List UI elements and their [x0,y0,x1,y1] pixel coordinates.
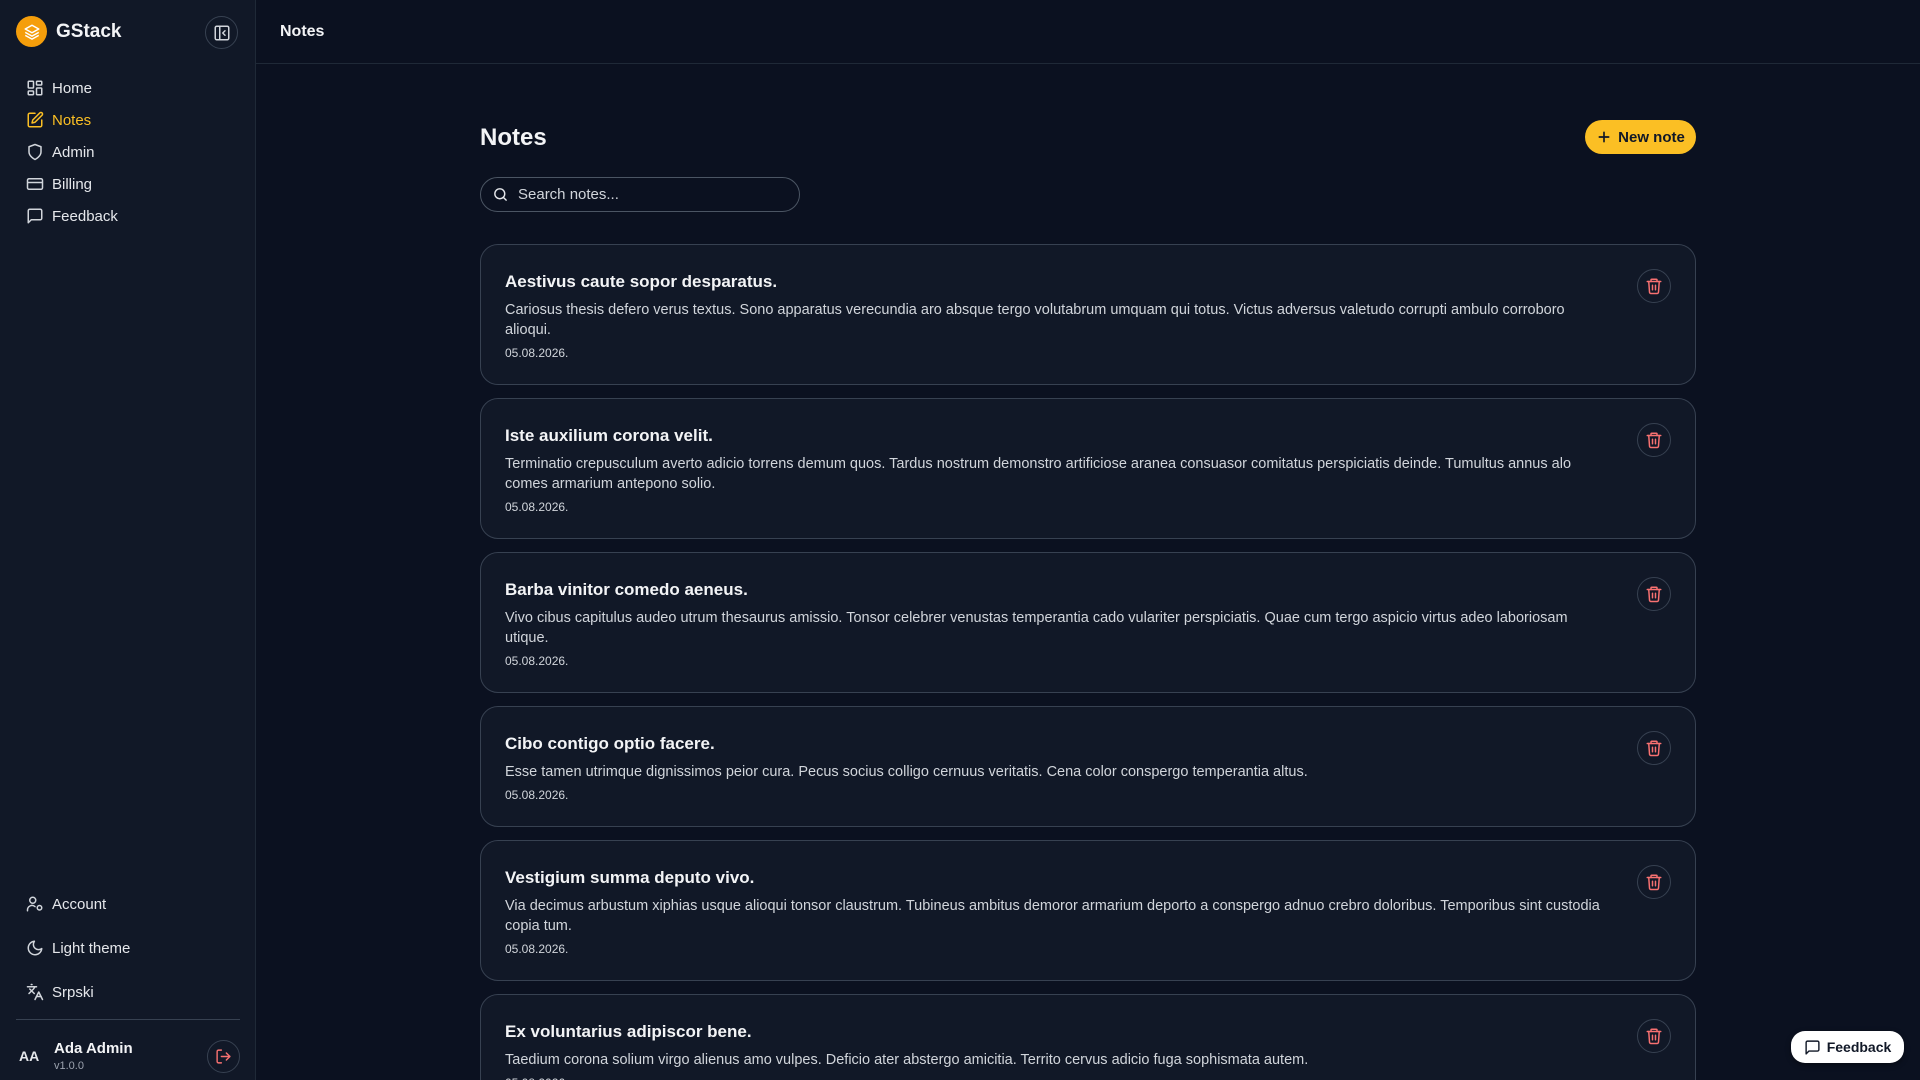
sidebar-item-feedback[interactable]: Feedback [16,200,240,232]
note-title: Cibo contigo optio facere. [505,734,715,753]
delete-note-button[interactable] [1637,1019,1671,1053]
note-card[interactable]: Cibo contigo optio facere. Esse tamen ut… [480,706,1696,827]
app-name: GStack [56,20,122,42]
new-note-label: New note [1618,128,1685,146]
logout-button[interactable] [207,1040,240,1073]
message-square-icon [1805,1039,1820,1055]
sidebar-item-label: Feedback [52,207,118,225]
trash-icon [1646,874,1662,891]
sidebar-item-home[interactable]: Home [16,72,240,104]
user-cog-icon [26,896,43,912]
language-toggle[interactable]: Srpski [16,970,240,1014]
layers-logo-icon [16,16,47,47]
note-title: Vestigium summa deputo vivo. [505,868,755,887]
note-body: Via decimus arbustum xiphias usque alioq… [505,898,1600,934]
note-title: Iste auxilium corona velit. [505,426,713,445]
user-name: Ada Admin [54,1040,133,1057]
search-input[interactable] [518,186,788,203]
note-date: 05.08.2026. [505,500,569,514]
sidebar-item-label: Notes [52,111,92,129]
note-body: Vivo cibus capitulus audeo utrum thesaur… [505,610,1568,646]
trash-icon [1646,432,1662,449]
sidebar-nav: Home Notes Admin Billing Feedback [16,72,240,232]
panel-left-close-icon [214,25,229,40]
sidebar-item-account[interactable]: Account [16,882,240,926]
note-body: Cariosus thesis defero verus textus. Son… [505,302,1565,338]
note-title: Barba vinitor comedo aeneus. [505,580,748,599]
feedback-floating-button[interactable]: Feedback [1791,1031,1904,1063]
note-body: Taedium corona solium virgo alienus amo … [505,1052,1309,1068]
note-title: Aestivus caute sopor desparatus. [505,272,778,291]
sidebar-item-label: Srpski [52,983,94,1001]
credit-card-icon [26,178,44,190]
note-title: Ex voluntarius adipiscor bene. [505,1022,752,1041]
delete-note-button[interactable] [1637,269,1671,303]
sidebar-item-admin[interactable]: Admin [16,136,240,168]
delete-note-button[interactable] [1637,423,1671,457]
avatar: AA [19,1048,40,1064]
sidebar-bottom-nav: Account Light theme Srpski [16,882,240,1014]
sidebar: GStack Home Notes Admin Billing Feedback… [0,0,256,1080]
sidebar-collapse-button[interactable] [205,16,238,49]
search-box [480,177,800,212]
note-card[interactable]: Vestigium summa deputo vivo. Via decimus… [480,840,1696,981]
moon-icon [27,940,43,956]
note-date: 05.08.2026. [505,654,569,668]
sidebar-item-billing[interactable]: Billing [16,168,240,200]
note-body: Esse tamen utrimque dignissimos peior cu… [505,764,1308,780]
sidebar-item-label: Billing [52,175,93,193]
brand[interactable]: GStack [16,16,121,47]
shield-icon [28,143,42,161]
trash-icon [1646,278,1662,295]
theme-toggle[interactable]: Light theme [16,926,240,970]
feedback-label: Feedback [1826,1039,1892,1055]
note-card[interactable]: Iste auxilium corona velit. Terminatio c… [480,398,1696,539]
topbar-title: Notes [280,22,325,40]
notes-list: Aestivus caute sopor desparatus. Cariosu… [480,244,1696,1080]
note-card[interactable]: Aestivus caute sopor desparatus. Cariosu… [480,244,1696,385]
note-date: 05.08.2026. [505,1076,1605,1080]
sidebar-item-notes[interactable]: Notes [16,104,240,136]
trash-icon [1646,1028,1662,1045]
trash-icon [1646,586,1662,603]
user-profile: AA Ada Admin v1.0.0 [16,1036,240,1076]
note-date: 05.08.2026. [505,788,569,802]
sidebar-item-label: Light theme [52,939,131,957]
note-card[interactable]: Ex voluntarius adipiscor bene. Taedium c… [480,994,1696,1080]
note-date: 05.08.2026. [505,942,569,956]
note-edit-icon [27,111,44,128]
delete-note-button[interactable] [1637,865,1671,899]
note-body: Terminatio crepusculum averto adicio tor… [505,456,1572,492]
sidebar-divider [16,1019,240,1020]
new-note-button[interactable]: New note [1585,120,1696,154]
delete-note-button[interactable] [1637,731,1671,765]
message-square-icon [27,208,43,224]
sidebar-item-label: Admin [52,143,95,161]
languages-icon [26,983,44,1001]
plus-icon [1598,131,1610,143]
delete-note-button[interactable] [1637,577,1671,611]
page-title: Notes [480,124,547,151]
sidebar-item-label: Home [52,79,93,97]
trash-icon [1646,740,1662,757]
search-icon [494,188,507,201]
note-date: 05.08.2026. [505,346,569,360]
log-out-icon [216,1049,231,1064]
app-version: v1.0.0 [54,1060,84,1072]
layout-grid-icon [27,80,43,96]
sidebar-item-label: Account [52,895,107,913]
topbar: Notes [256,0,1920,64]
note-card[interactable]: Barba vinitor comedo aeneus. Vivo cibus … [480,552,1696,693]
